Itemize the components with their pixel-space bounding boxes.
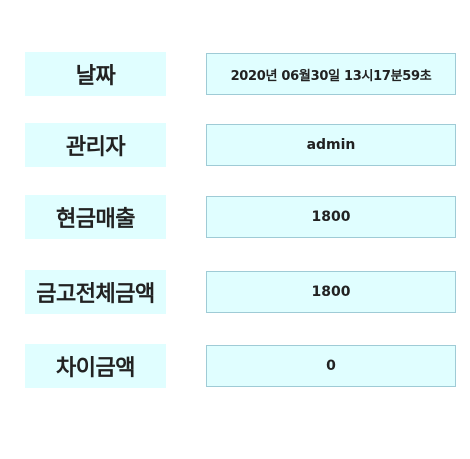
manager-label: 관리자 (25, 123, 166, 167)
date-row: 날짜 2020년 06월30일 13시17분59초 (0, 52, 470, 98)
cash-sales-row: 현금매출 1800 (0, 195, 470, 241)
cash-sales-label: 현금매출 (25, 195, 166, 239)
date-label: 날짜 (25, 52, 166, 96)
safe-total-value-field[interactable]: 1800 (206, 271, 456, 313)
cash-sales-value-field[interactable]: 1800 (206, 196, 456, 238)
safe-total-label: 금고전체금액 (25, 270, 166, 314)
difference-label: 차이금액 (25, 344, 166, 388)
manager-row: 관리자 admin (0, 123, 470, 169)
date-value-field[interactable]: 2020년 06월30일 13시17분59초 (206, 53, 456, 95)
difference-row: 차이금액 0 (0, 344, 470, 390)
difference-value-field[interactable]: 0 (206, 345, 456, 387)
safe-total-row: 금고전체금액 1800 (0, 270, 470, 316)
manager-value-field[interactable]: admin (206, 124, 456, 166)
